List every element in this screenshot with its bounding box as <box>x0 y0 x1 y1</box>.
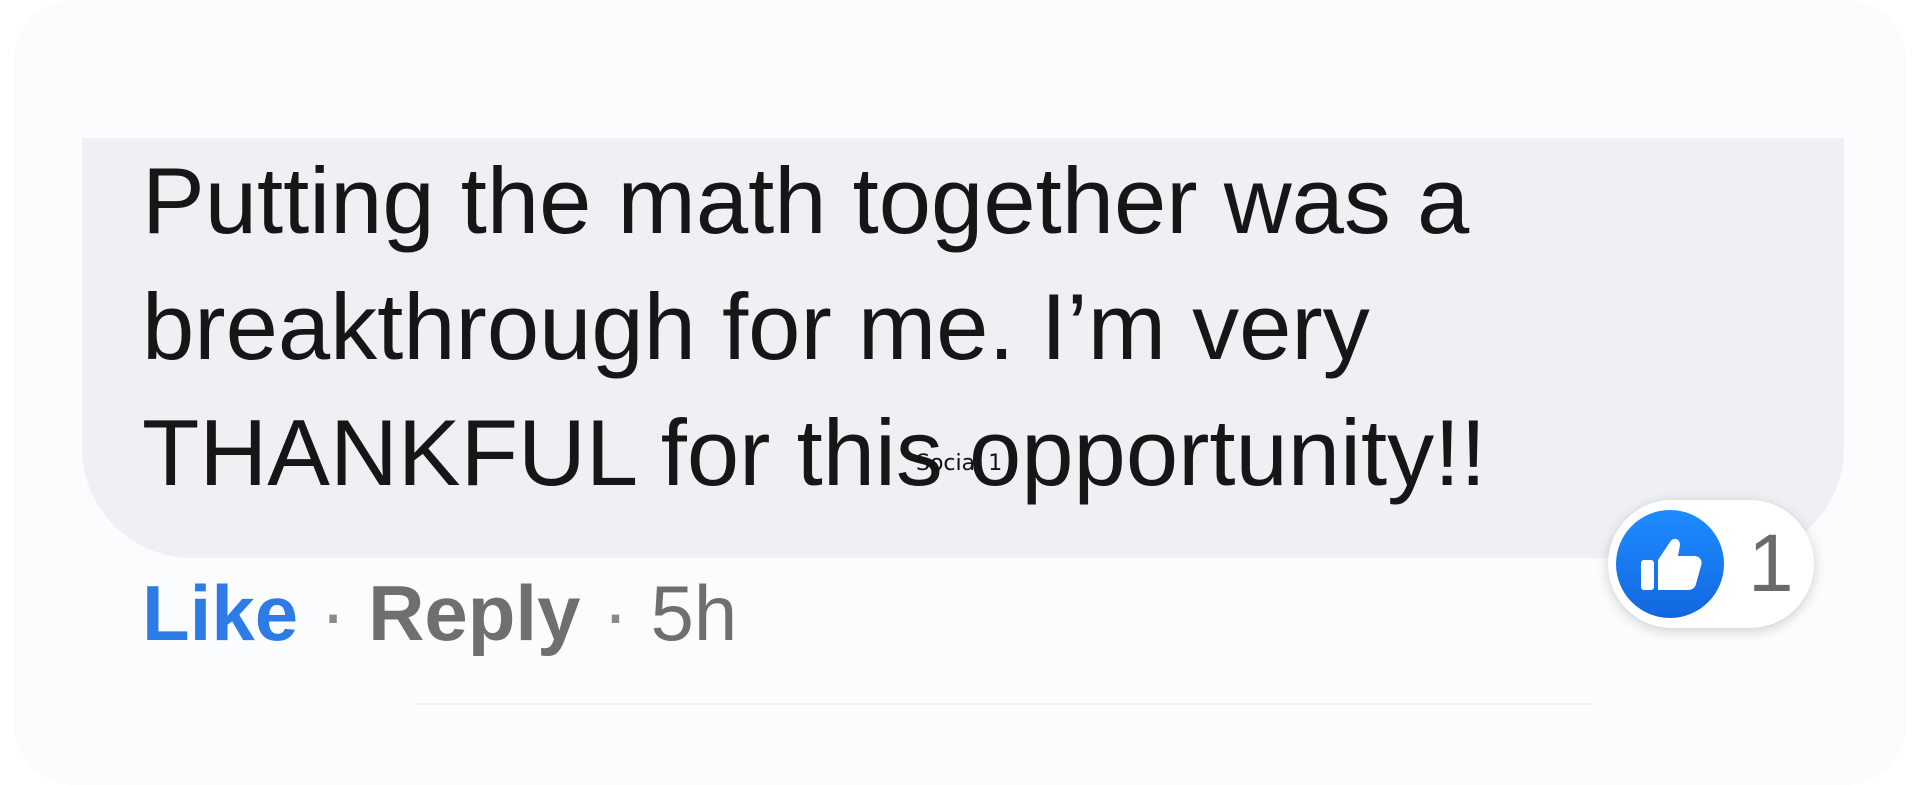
thumbs-up-icon <box>1616 510 1724 618</box>
separator: · <box>320 568 347 657</box>
timestamp[interactable]: 5h <box>650 568 737 659</box>
reaction-count: 1 <box>1748 518 1794 609</box>
comment-line-1: Putting the math together was a <box>142 148 1470 253</box>
comment-actions: Like · Reply · 5h <box>142 565 737 661</box>
separator: · <box>602 568 629 657</box>
reply-button[interactable]: Reply <box>368 568 580 659</box>
reaction-summary[interactable]: 1 <box>1608 500 1814 628</box>
like-button[interactable]: Like <box>142 568 298 659</box>
overlay-caption: Social 1 <box>916 451 1003 476</box>
divider <box>414 703 1594 705</box>
comment-line-2: breakthrough for me. I’m very <box>142 274 1370 379</box>
